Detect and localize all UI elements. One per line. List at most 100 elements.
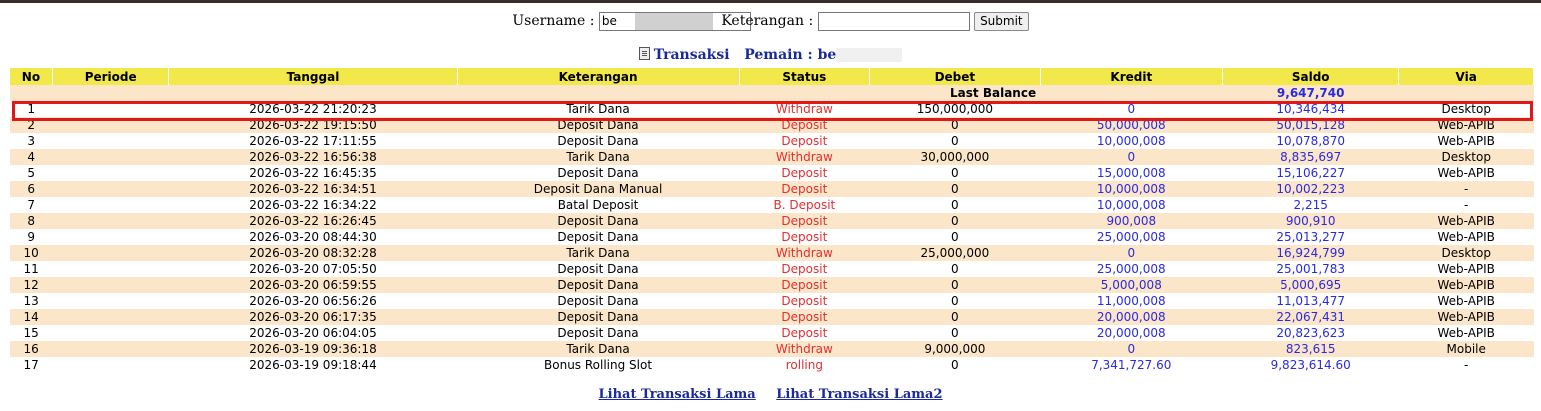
cell-periode	[52, 277, 169, 293]
cell-debet: 0	[869, 229, 1041, 245]
cell-via: Web-APIB	[1398, 293, 1534, 309]
table-row: 10 2026-03-20 08:32:28 Tarik Dana Withdraw 2…	[10, 245, 1534, 261]
cell-periode	[52, 245, 169, 261]
last-balance-row: Last Balance 9,647,740	[10, 85, 1534, 101]
keterangan-input[interactable]	[817, 11, 970, 31]
cell-kredit: 0	[1040, 245, 1223, 261]
header-status: Status	[739, 68, 871, 85]
cell-periode	[52, 229, 169, 245]
cell-kredit: 10,000,008	[1040, 181, 1223, 197]
cell-keterangan: Tarik Dana	[457, 341, 740, 357]
cell-tanggal: 2026-03-20 08:32:28	[168, 245, 457, 261]
cell-no: 15	[10, 325, 53, 341]
cell-status: Deposit	[739, 309, 870, 325]
cell-debet: 0	[869, 309, 1041, 325]
table-row: 13 2026-03-20 06:56:26 Deposit Dana Deposit…	[10, 293, 1534, 309]
table-row: 4 2026-03-22 16:56:38 Tarik Dana Withdraw 30…	[10, 149, 1534, 165]
table-row: 11 2026-03-20 07:05:50 Deposit Dana Deposit…	[10, 261, 1534, 277]
cell-tanggal: 2026-03-22 16:56:38	[168, 149, 457, 165]
last-balance-label: Last Balance	[10, 85, 1041, 101]
cell-keterangan: Deposit Dana	[457, 309, 740, 325]
submit-button[interactable]: Submit	[974, 11, 1029, 31]
cell-saldo: 11,013,477	[1222, 293, 1399, 309]
cell-keterangan: Deposit Dana	[457, 325, 740, 341]
pemain-label: Pemain : be	[744, 47, 837, 63]
cell-kredit: 0	[1040, 149, 1223, 165]
lihat-transaksi-lama-link[interactable]: Lihat Transaksi Lama	[598, 387, 755, 402]
cell-debet: 0	[869, 325, 1041, 341]
last-balance-value: 9,647,740	[1222, 85, 1399, 101]
cell-via: Web-APIB	[1398, 325, 1534, 341]
cell-keterangan: Tarik Dana	[457, 101, 740, 117]
cell-no: 14	[10, 309, 53, 325]
cell-kredit: 25,000,008	[1040, 229, 1223, 245]
cell-tanggal: 2026-03-22 16:45:35	[168, 165, 457, 181]
cell-status: Withdraw	[739, 245, 870, 261]
cell-saldo: 9,823,614.60	[1222, 357, 1399, 373]
cell-status: Deposit	[739, 165, 870, 181]
cell-via: Web-APIB	[1398, 133, 1534, 149]
cell-saldo: 20,823,623	[1222, 325, 1399, 341]
table-row: 8 2026-03-22 16:26:45 Deposit Dana Deposit 0…	[10, 213, 1534, 229]
cell-debet: 0	[869, 181, 1041, 197]
cell-tanggal: 2026-03-22 19:15:50	[168, 117, 457, 133]
cell-saldo: 10,346,434	[1222, 101, 1399, 117]
header-kredit: Kredit	[1040, 68, 1223, 85]
cell-status: B. Deposit	[739, 197, 870, 213]
table-row: 6 2026-03-22 16:34:51 Deposit Dana Manual D…	[10, 181, 1534, 197]
cell-tanggal: 2026-03-22 17:11:55	[168, 133, 457, 149]
cell-via: Web-APIB	[1398, 229, 1534, 245]
cell-kredit: 25,000,008	[1040, 261, 1223, 277]
header-saldo: Saldo	[1222, 68, 1400, 85]
cell-no: 17	[10, 357, 53, 373]
table-row: 9 2026-03-20 08:44:30 Deposit Dana Deposit 0…	[10, 229, 1534, 245]
lihat-transaksi-lama2-link[interactable]: Lihat Transaksi Lama2	[776, 387, 942, 402]
cell-kredit: 10,000,008	[1040, 133, 1223, 149]
cell-kredit: 10,000,008	[1040, 197, 1223, 213]
cell-tanggal: 2026-03-19 09:18:44	[168, 357, 457, 373]
header-debet: Debet	[869, 68, 1041, 85]
cell-periode	[52, 117, 169, 133]
cell-periode	[52, 133, 169, 149]
cell-kredit: 0	[1040, 101, 1223, 117]
table-row: 15 2026-03-20 06:04:05 Deposit Dana Deposit…	[10, 325, 1534, 341]
section-title: Transaksi Pemain : be	[0, 46, 1541, 64]
table-row: 14 2026-03-20 06:17:35 Deposit Dana Deposit…	[10, 309, 1534, 325]
cell-periode	[52, 261, 169, 277]
cell-keterangan: Deposit Dana	[457, 293, 740, 309]
cell-saldo: 25,013,277	[1222, 229, 1399, 245]
cell-status: Deposit	[739, 133, 870, 149]
table-row: 2 2026-03-22 19:15:50 Deposit Dana Deposit 0…	[10, 117, 1534, 133]
table-row: 16 2026-03-19 09:36:18 Tarik Dana Withdraw 9…	[10, 341, 1534, 357]
header-periode: Periode	[52, 68, 170, 85]
cell-saldo: 25,001,783	[1222, 261, 1399, 277]
cell-tanggal: 2026-03-22 21:20:23	[168, 101, 457, 117]
cell-via: Web-APIB	[1398, 165, 1534, 181]
cell-periode	[52, 293, 169, 309]
cell-status: Withdraw	[739, 149, 870, 165]
cell-keterangan: Deposit Dana	[457, 261, 740, 277]
cell-status: rolling	[739, 357, 870, 373]
cell-keterangan: Deposit Dana	[457, 213, 740, 229]
table-row: 17 2026-03-19 09:18:44 Bonus Rolling Slot r…	[10, 357, 1534, 373]
cell-tanggal: 2026-03-22 16:26:45	[168, 213, 457, 229]
cell-saldo: 10,002,223	[1222, 181, 1399, 197]
cell-saldo: 15,106,227	[1222, 165, 1399, 181]
table-row: 3 2026-03-22 17:11:55 Deposit Dana Deposit 0…	[10, 133, 1534, 149]
header-via: Via	[1398, 68, 1534, 85]
cell-keterangan: Batal Deposit	[457, 197, 740, 213]
cell-no: 2	[10, 117, 53, 133]
cell-kredit: 15,000,008	[1040, 165, 1223, 181]
search-form: Username : Keterangan : Submit	[0, 10, 1541, 32]
cell-periode	[52, 309, 169, 325]
cell-no: 16	[10, 341, 53, 357]
cell-status: Deposit	[739, 181, 870, 197]
cell-periode	[52, 165, 169, 181]
cell-keterangan: Tarik Dana	[457, 149, 740, 165]
cell-tanggal: 2026-03-20 06:17:35	[168, 309, 457, 325]
cell-debet: 30,000,000	[869, 149, 1041, 165]
cell-no: 9	[10, 229, 53, 245]
cell-keterangan: Deposit Dana Manual	[457, 181, 740, 197]
cell-status: Withdraw	[739, 101, 870, 117]
cell-no: 8	[10, 213, 53, 229]
